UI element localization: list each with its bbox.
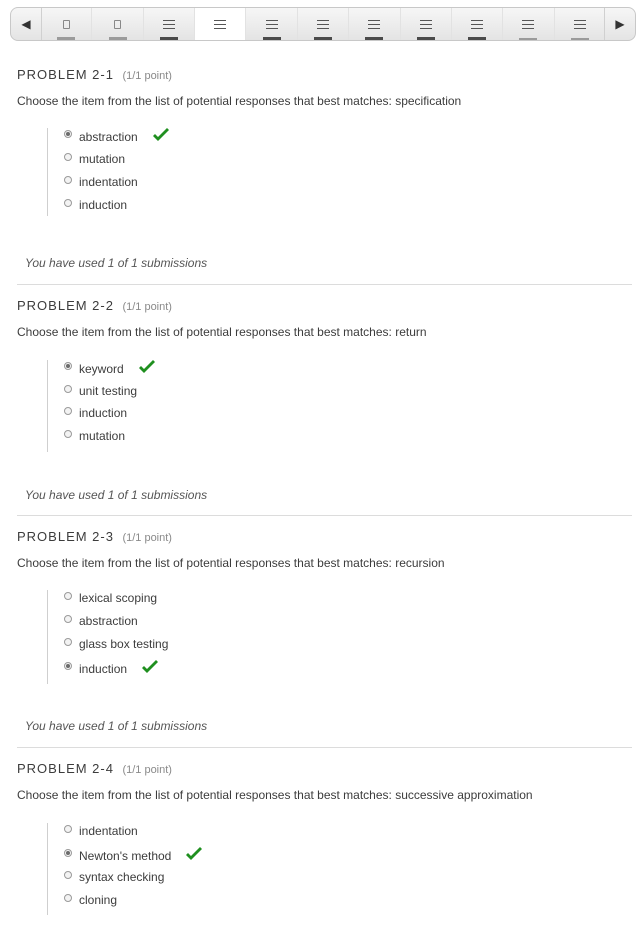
sequence-tab-4[interactable]	[195, 8, 247, 40]
choice-label: induction	[79, 660, 159, 677]
correct-check-icon	[186, 847, 203, 860]
radio-button[interactable]	[64, 407, 72, 415]
list-icon	[316, 19, 329, 29]
radio-button[interactable]	[64, 430, 72, 438]
tab-progress-marker	[570, 38, 589, 40]
choice-label: Newton's method	[79, 847, 203, 864]
list-icon	[573, 19, 586, 29]
list-icon	[162, 19, 175, 29]
radio-button[interactable]	[64, 871, 72, 879]
sequence-tab-10[interactable]	[503, 8, 555, 40]
choice-label: mutation	[79, 429, 126, 443]
sequence-tab-2[interactable]	[92, 8, 144, 40]
choice-label: indentation	[79, 824, 138, 838]
radio-button[interactable]	[64, 825, 72, 833]
correct-check-icon	[138, 360, 155, 373]
problem-question: Choose the item from the list of potenti…	[17, 788, 533, 802]
sequence-tab-7[interactable]	[349, 8, 401, 40]
choice-label: induction	[79, 406, 128, 420]
list-icon	[419, 19, 432, 29]
problem-question: Choose the item from the list of potenti…	[17, 556, 445, 570]
choice-label: unit testing	[79, 384, 138, 398]
choice-label: indentation	[79, 175, 138, 189]
radio-button[interactable]	[64, 130, 72, 138]
problem-question: Choose the item from the list of potenti…	[17, 325, 427, 339]
submission-status: You have used 1 of 1 submissions	[25, 256, 208, 270]
tab-progress-marker	[519, 38, 538, 40]
tab-progress-marker	[313, 37, 332, 40]
problem-points: (1/1 point)	[122, 70, 172, 82]
tab-progress-marker	[108, 37, 127, 40]
choice-group: indentation Newton's method syntax checkin…	[47, 823, 348, 915]
list-icon	[214, 19, 227, 29]
choice-label: syntax checking	[79, 870, 165, 884]
problem-title: PROBLEM 2-2	[17, 298, 114, 313]
correct-check-icon	[152, 128, 169, 141]
problem-title: PROBLEM 2-3	[17, 529, 114, 544]
radio-button[interactable]	[64, 153, 72, 161]
problem-question: Choose the item from the list of potenti…	[17, 94, 462, 108]
radio-button[interactable]	[64, 615, 72, 623]
prev-arrow-button[interactable]: ◀	[11, 8, 42, 40]
sequence-tab-11[interactable]	[555, 8, 605, 40]
submission-status: You have used 1 of 1 submissions	[25, 488, 208, 502]
sequence-tab-3[interactable]	[144, 8, 196, 40]
sequence-nav: ◀ ▶	[10, 7, 636, 41]
sequence-tab-8[interactable]	[401, 8, 452, 40]
problem-block: PROBLEM 2-2 (1/1 point) Choose the item …	[17, 297, 632, 452]
radio-button[interactable]	[64, 199, 72, 207]
tab-progress-marker	[211, 37, 229, 40]
correct-check-icon	[142, 660, 159, 673]
problem-block: PROBLEM 2-1 (1/1 point) Choose the item …	[17, 66, 632, 216]
problem-points: (1/1 point)	[122, 532, 172, 544]
tab-progress-marker	[262, 37, 281, 40]
list-icon	[265, 19, 278, 29]
radio-button[interactable]	[64, 385, 72, 393]
list-icon	[368, 19, 381, 29]
separator	[17, 515, 632, 516]
tab-progress-marker	[416, 37, 435, 40]
sequence-tabs	[41, 8, 605, 40]
problem-points: (1/1 point)	[122, 764, 172, 776]
radio-button[interactable]	[64, 592, 72, 600]
problem-block: PROBLEM 2-3 (1/1 point) Choose the item …	[17, 528, 632, 684]
radio-button[interactable]	[64, 638, 72, 646]
choice-label: abstraction	[79, 614, 138, 628]
problem-title: PROBLEM 2-1	[17, 67, 114, 82]
next-arrow-button[interactable]: ▶	[604, 8, 635, 40]
list-icon	[471, 19, 484, 29]
separator	[17, 747, 632, 748]
choice-label: cloning	[79, 893, 118, 907]
tab-progress-marker	[365, 37, 384, 40]
problem-points: (1/1 point)	[122, 301, 172, 313]
tab-progress-marker	[468, 37, 487, 40]
radio-button[interactable]	[64, 662, 72, 670]
sequence-tab-9[interactable]	[452, 8, 504, 40]
radio-button[interactable]	[64, 894, 72, 902]
radio-button[interactable]	[64, 362, 72, 370]
choice-label: mutation	[79, 152, 126, 166]
submission-status: You have used 1 of 1 submissions	[25, 719, 208, 733]
choice-label: induction	[79, 198, 128, 212]
radio-button[interactable]	[64, 176, 72, 184]
document-icon	[62, 19, 70, 29]
choice-label: keyword	[79, 360, 156, 377]
document-icon	[114, 19, 122, 29]
problem-block: PROBLEM 2-4 (1/1 point) Choose the item …	[17, 760, 632, 915]
choice-label: glass box testing	[79, 637, 169, 651]
sequence-tab-6[interactable]	[298, 8, 350, 40]
choice-label: abstraction	[79, 128, 170, 145]
choice-group: abstraction mutation indentation induction	[47, 128, 348, 216]
choice-group: keyword unit testing induction mutation	[47, 360, 348, 452]
sequence-tab-5[interactable]	[246, 8, 298, 40]
choice-group: lexical scoping abstraction glass box test…	[47, 590, 348, 684]
sequence-tab-1[interactable]	[41, 8, 93, 40]
separator	[17, 284, 632, 285]
list-icon	[522, 19, 535, 29]
tab-progress-marker	[159, 37, 178, 40]
radio-button[interactable]	[64, 849, 72, 857]
tab-progress-marker	[57, 37, 76, 40]
choice-label: lexical scoping	[79, 591, 158, 605]
problem-title: PROBLEM 2-4	[17, 761, 114, 776]
